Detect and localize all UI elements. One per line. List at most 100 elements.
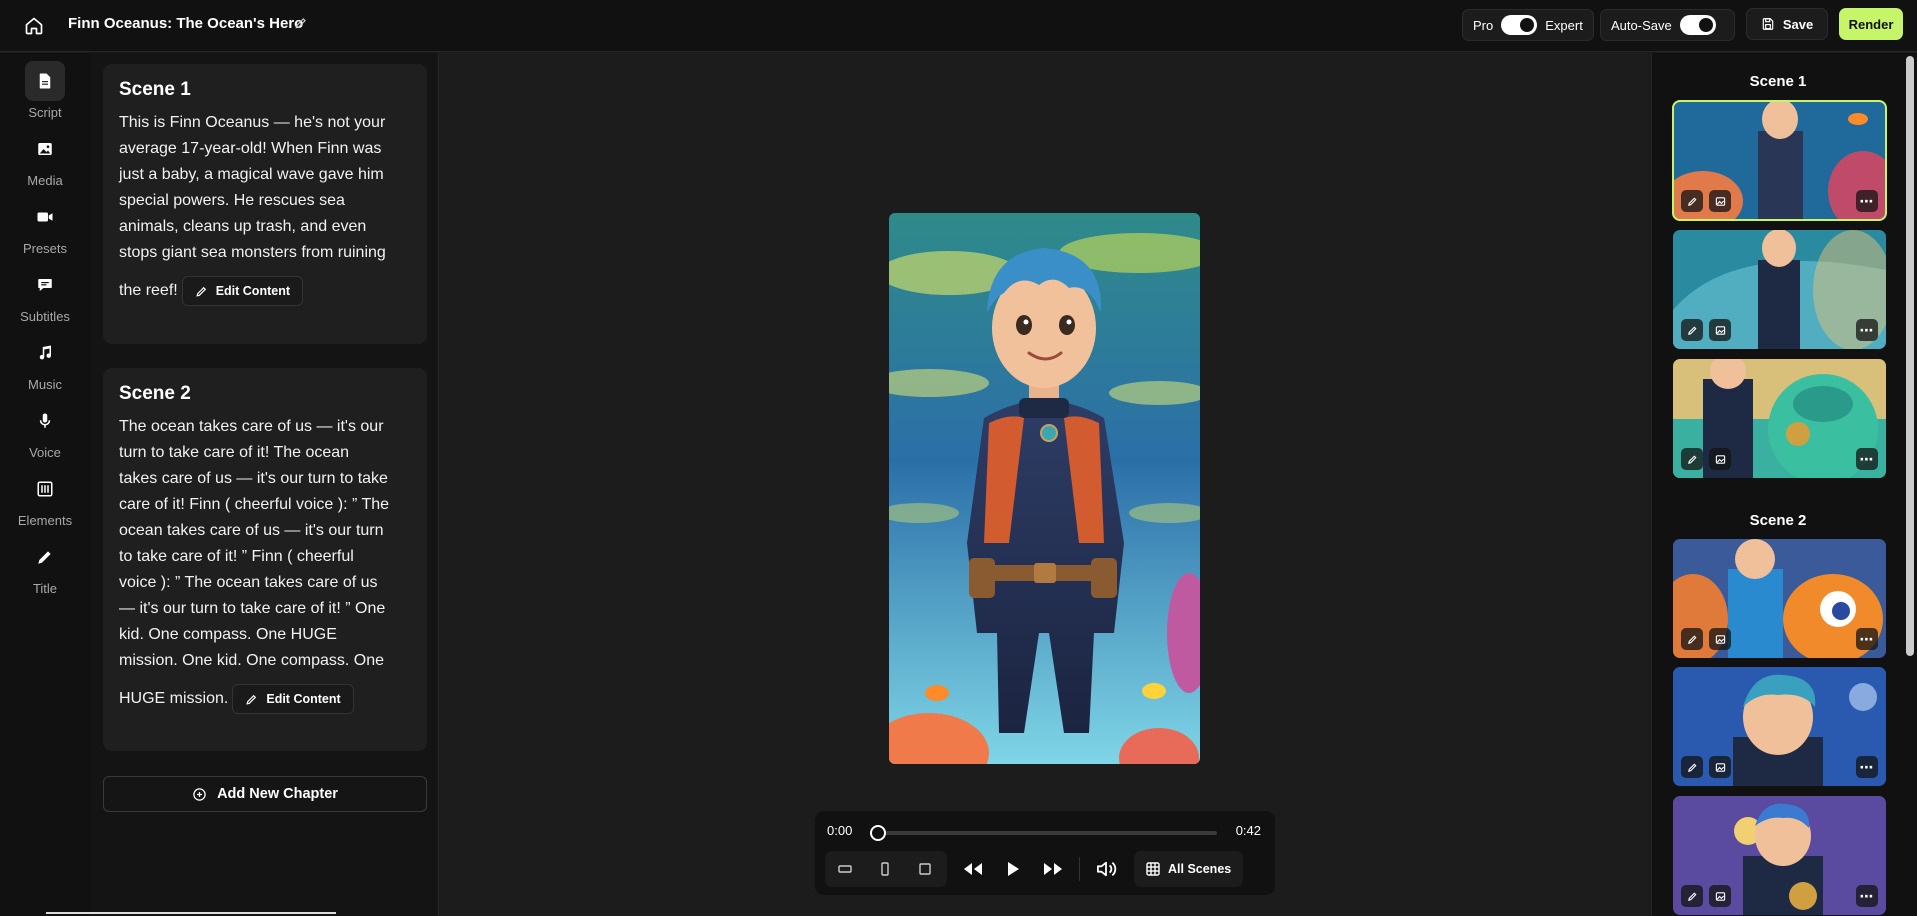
rename-project-button[interactable] [294,16,310,32]
timeline-scrubber[interactable] [870,825,886,841]
aspect-portrait-button[interactable] [865,851,905,887]
image-icon [38,143,52,155]
pencil-icon [1687,455,1696,464]
script-line: The ocean takes care of us — it's our [119,418,384,435]
fast-forward-button[interactable] [1033,851,1073,887]
replace-image-button[interactable] [1709,885,1731,907]
save-button[interactable]: Save [1746,8,1828,40]
edit-scene-button[interactable] [1681,190,1703,212]
rail-item-title[interactable]: Title [0,537,90,596]
edit-scene-button[interactable] [1681,885,1703,907]
autosave-toggle[interactable] [1679,15,1716,35]
script-line: average 17-year-old! When Finn was [119,140,382,157]
more-options-icon[interactable]: ⋯ [1856,628,1878,650]
image-icon [1715,196,1725,206]
rail-label: Elements [17,513,73,528]
home-button[interactable] [20,12,48,40]
pencil-icon [1687,197,1696,206]
script-line: special powers. He rescues sea [119,192,345,209]
rewind-icon [964,863,982,875]
tool-rail: Script Media Presets Subtitles Music Voi… [0,53,90,916]
image-icon [1715,454,1725,464]
top-bar: Finn Oceanus: The Ocean's Hero Pro Exper… [0,0,1917,52]
plus-circle-icon [193,787,206,801]
more-options-icon[interactable]: ⋯ [1856,319,1878,341]
scene-card-2: Scene 2 The ocean takes care of us — it'… [103,368,427,751]
more-options-icon[interactable]: ⋯ [1856,756,1878,778]
replace-image-button[interactable] [1709,756,1731,778]
script-line: stops giant sea monsters from ruining [119,244,386,261]
rail-label: Media [27,173,63,188]
scene-script-text[interactable]: The ocean takes care of us — it's our tu… [119,414,415,714]
edit-scene-button[interactable] [1681,628,1703,650]
scene-script-text[interactable]: This is Finn Oceanus — he's not your ave… [119,110,415,306]
playback-toolbar: All Scenes [825,851,1265,887]
rail-label: Voice [29,445,61,460]
script-last-row: the reef! Edit Content [119,276,415,306]
current-time: 0:00 [827,823,853,838]
landscape-ratio-icon [838,865,852,873]
square-ratio-icon [919,863,931,875]
pencil-icon [246,694,257,705]
replace-image-button[interactable] [1709,190,1731,212]
script-line: just a baby, a magical wave gave him [119,166,384,183]
scene-thumbnail[interactable]: ⋯ [1673,230,1886,349]
edit-scene-button[interactable] [1681,319,1703,341]
rail-item-music[interactable]: Music [0,333,90,392]
more-options-icon[interactable]: ⋯ [1856,190,1878,212]
scene-thumbnail[interactable]: ⋯ [1673,539,1886,658]
scene-group-header: Scene 2 [1749,512,1807,529]
script-line: This is Finn Oceanus — he's not your [119,114,386,131]
rail-item-elements[interactable]: Elements [0,469,90,528]
more-options-icon[interactable]: ⋯ [1856,885,1878,907]
aspect-ratio-group [825,851,947,887]
video-icon [37,212,53,222]
add-new-chapter-button[interactable]: Add New Chapter [103,776,427,812]
timeline-track[interactable] [877,831,1217,835]
image-icon [1715,634,1725,644]
replace-image-button[interactable] [1709,319,1731,341]
scrollbar[interactable] [1906,56,1914,656]
all-scenes-button[interactable]: All Scenes [1134,851,1244,887]
play-button[interactable] [993,851,1033,887]
rail-label: Subtitles [20,309,70,324]
rail-item-script[interactable]: Script [0,61,90,120]
edit-content-button[interactable]: Edit Content [181,276,303,306]
volume-button[interactable] [1086,851,1126,887]
script-line: HUGE mission. [119,690,229,707]
scene-thumbnail[interactable]: ⋯ [1673,667,1886,786]
mode-toggle[interactable] [1501,15,1538,35]
play-icon [1008,862,1019,876]
more-options-icon[interactable]: ⋯ [1856,448,1878,470]
scene-thumbnail[interactable]: ⋯ [1672,100,1887,221]
mode-pro-label: Pro [1473,17,1494,33]
edit-scene-button[interactable] [1681,756,1703,778]
pencil-icon [1687,892,1696,901]
script-panel: Scene 1 This is Finn Oceanus — he's not … [90,53,439,916]
replace-image-button[interactable] [1709,628,1731,650]
rail-item-voice[interactable]: Voice [0,401,90,460]
scene-thumbnail[interactable]: ⋯ [1673,796,1886,915]
video-preview[interactable] [889,213,1200,764]
divider [1079,857,1080,881]
edit-content-button[interactable]: Edit Content [232,684,354,714]
render-button[interactable]: Render [1839,8,1903,40]
edit-scene-button[interactable] [1681,448,1703,470]
project-title: Finn Oceanus: The Ocean's Hero [68,15,304,32]
rail-item-presets[interactable]: Presets [0,197,90,256]
preview-area: 0:00 0:42 All Scenes [440,53,1650,916]
replace-image-button[interactable] [1709,448,1731,470]
pencil-icon [1687,763,1696,772]
horizontal-scrollbar[interactable] [46,912,336,914]
aspect-landscape-button[interactable] [825,851,865,887]
scene-thumbnail[interactable]: ⋯ [1673,359,1886,478]
fast-forward-icon [1044,863,1062,875]
aspect-square-button[interactable] [905,851,945,887]
elements-icon [37,481,53,497]
rewind-button[interactable] [953,851,993,887]
image-icon [1715,891,1725,901]
mode-switch: Pro Expert [1462,9,1594,41]
preview-illustration [889,213,1200,764]
rail-item-media[interactable]: Media [0,129,90,188]
rail-item-subtitles[interactable]: Subtitles [0,265,90,324]
